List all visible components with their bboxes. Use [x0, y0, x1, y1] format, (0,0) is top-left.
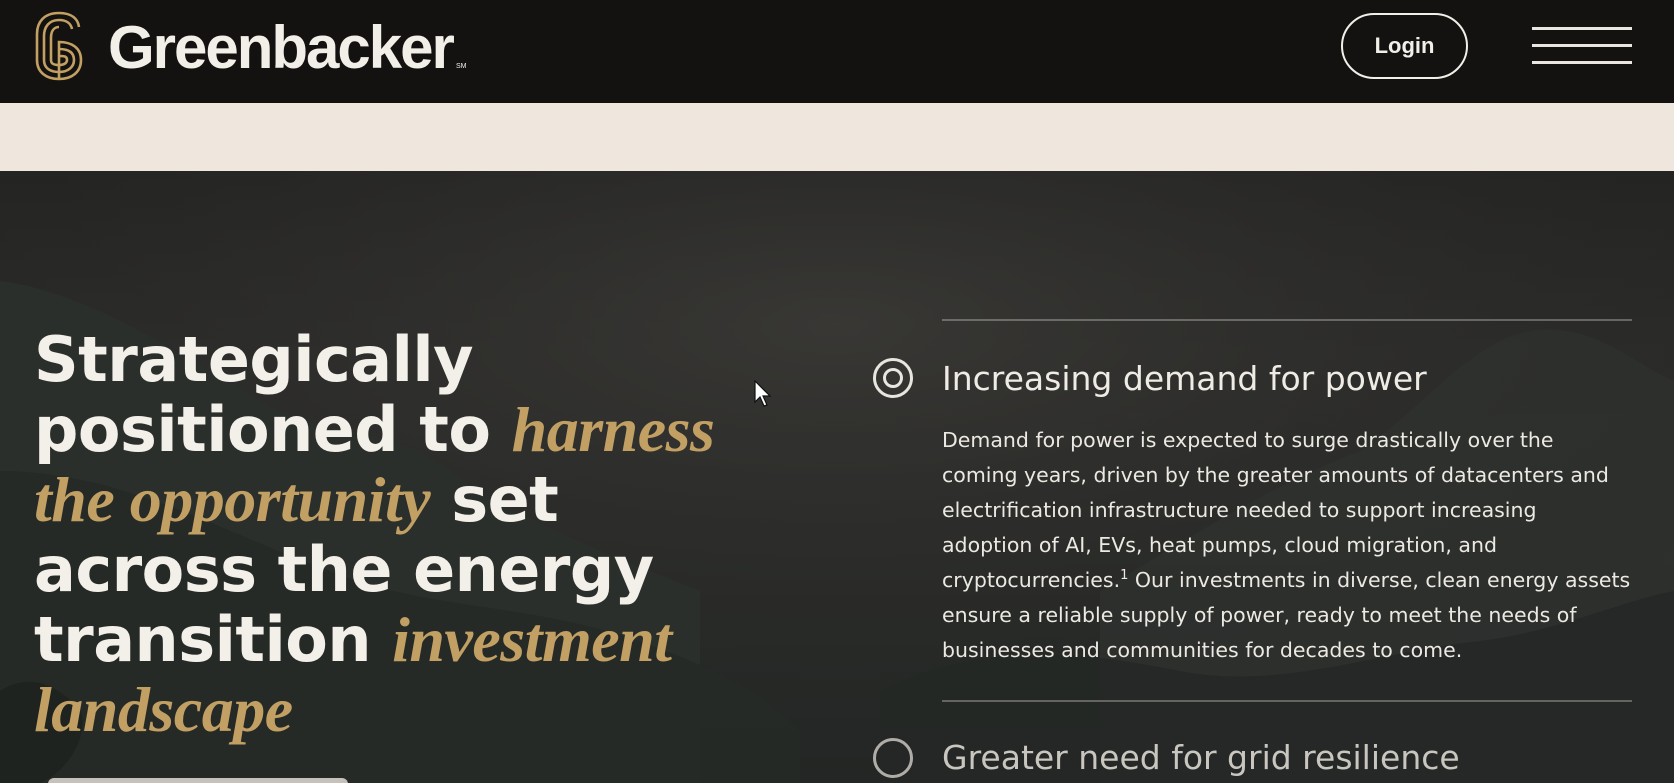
greenbacker-logo-icon[interactable]	[34, 10, 84, 82]
mouse-cursor-icon	[754, 380, 772, 407]
accordion-divider	[942, 319, 1632, 321]
menu-line	[1532, 61, 1632, 64]
menu-line	[1532, 44, 1632, 47]
partial-button-edge[interactable]	[48, 778, 348, 783]
cream-band	[0, 103, 1674, 171]
radio-unselected-icon[interactable]	[873, 738, 913, 778]
accordion-title-grid[interactable]: Greater need for grid resilience	[942, 738, 1460, 777]
hero-headline: Strategically positioned to harness the …	[34, 325, 754, 745]
accordion-body-demand: Demand for power is expected to surge dr…	[942, 423, 1632, 668]
hero-section: Strategically positioned to harness the …	[0, 171, 1674, 783]
hamburger-menu-icon[interactable]	[1532, 24, 1632, 66]
accordion-divider	[942, 700, 1632, 702]
menu-line	[1532, 27, 1632, 30]
logo-wordmark[interactable]: Greenbacker	[108, 14, 455, 82]
radio-selected-icon[interactable]	[873, 358, 913, 398]
accordion-title-demand[interactable]: Increasing demand for power	[942, 359, 1427, 398]
headline-text: Strategically positioned to	[34, 323, 512, 466]
service-mark: SM	[456, 63, 467, 70]
site-header: Greenbacker SM Login	[0, 0, 1674, 103]
login-button[interactable]: Login	[1341, 13, 1468, 79]
